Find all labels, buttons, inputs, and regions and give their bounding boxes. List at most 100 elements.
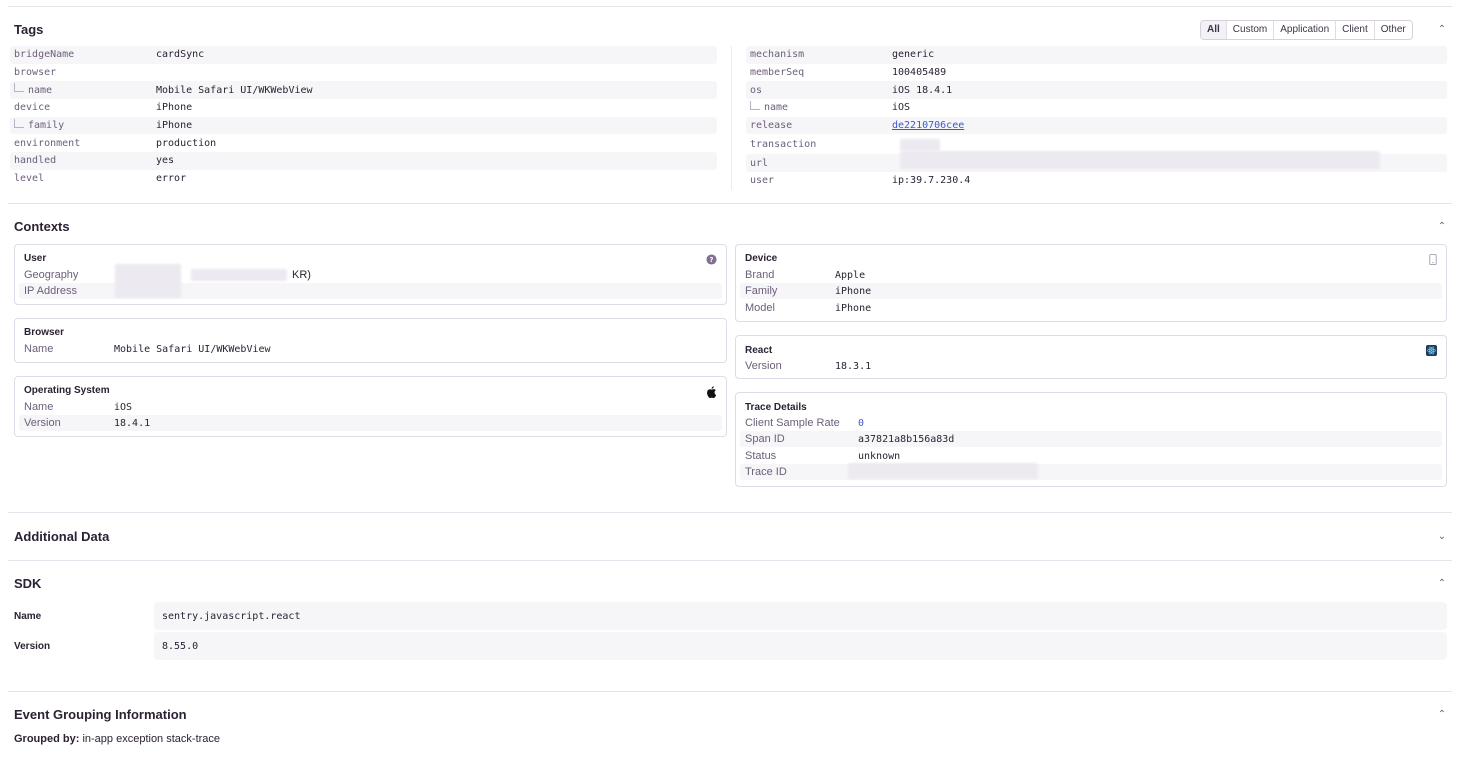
help-icon[interactable]: ?: [706, 254, 717, 265]
tag-row-bridgeName[interactable]: bridgeName cardSync: [10, 46, 717, 64]
release-link[interactable]: de2210706cee: [892, 120, 964, 131]
span-id-value: a37821a8b156a83d: [858, 433, 955, 445]
device-context-card: Device Brand Apple Family iPhone Model i…: [735, 244, 1447, 322]
tag-key-text: level: [14, 173, 45, 185]
trace-id-row: Trace ID: [740, 464, 1442, 480]
os-version-value: 18.4.1: [114, 417, 151, 429]
tag-row-mechanism[interactable]: mechanism generic: [746, 46, 1447, 64]
additional-data-chevron-down-icon[interactable]: ⌄: [1435, 530, 1449, 544]
browser-context-card: Browser Name Mobile Safari UI/WKWebView: [14, 318, 727, 363]
contexts-collapse-chevron-up-icon[interactable]: ⌃: [1435, 220, 1449, 234]
tree-connector: [14, 118, 24, 128]
tag-key: transaction: [746, 139, 892, 150]
tag-filter[interactable]: All Custom Application Client Other: [1200, 20, 1413, 40]
tag-value: error: [156, 173, 187, 185]
tag-filter-client[interactable]: Client: [1335, 21, 1374, 39]
contexts-title: Contexts: [14, 219, 70, 234]
trace-span-id-row: Span ID a37821a8b156a83d: [740, 431, 1442, 447]
device-model-value: iPhone: [835, 302, 872, 314]
tag-key: release: [746, 120, 892, 131]
tag-row-name[interactable]: name iOS: [746, 99, 1447, 117]
tag-key: name: [746, 100, 892, 113]
tag-row-handled[interactable]: handled yes: [10, 152, 717, 170]
tag-key-text: bridgeName: [14, 49, 75, 61]
tag-row-user[interactable]: user ip:39.7.230.4: [746, 172, 1447, 190]
tag-row-environment[interactable]: environment production: [10, 134, 717, 152]
sdk-collapse-chevron-up-icon[interactable]: ⌃: [1435, 577, 1449, 591]
os-version-key: Version: [24, 417, 61, 429]
additional-data-title[interactable]: Additional Data: [14, 529, 109, 544]
os-name-key: Name: [24, 401, 54, 413]
react-version-row: Version 18.3.1: [740, 358, 1442, 374]
sdk-title: SDK: [14, 576, 42, 591]
tag-key: os: [746, 85, 892, 96]
tag-key-text: environment: [14, 137, 81, 149]
trace-card-title: Trace Details: [745, 402, 807, 413]
tag-row-device[interactable]: device iPhone: [10, 99, 717, 117]
contexts-divider: [8, 512, 1452, 513]
tag-filter-all[interactable]: All: [1201, 21, 1226, 39]
tag-filter-other[interactable]: Other: [1373, 21, 1412, 39]
grouped-by-line: Grouped by: in-app exception stack-trace: [14, 733, 220, 745]
device-brand-key: Brand: [745, 269, 775, 281]
tag-key-text: user: [750, 175, 775, 187]
tag-value: iPhone: [156, 120, 193, 132]
device-brand-row: Brand Apple: [740, 267, 1442, 283]
tags-divider: [8, 203, 1452, 204]
browser-name-row: Name Mobile Safari UI/WKWebView: [19, 341, 722, 357]
tag-key-text: handled: [14, 155, 57, 167]
redacted-user-info: [115, 264, 181, 298]
device-family-value: iPhone: [835, 285, 872, 297]
tree-connector: [14, 83, 24, 93]
tag-value: production: [156, 137, 217, 149]
user-context-card: User ? Geography KR) IP Address: [14, 244, 727, 305]
sdk-divider: [8, 691, 1452, 692]
trace-id-key: Trace ID: [745, 466, 787, 478]
apple-logo-icon: [707, 386, 717, 398]
tag-row-level[interactable]: level error: [10, 170, 717, 188]
tag-key: environment: [10, 138, 156, 149]
tag-row-os[interactable]: os iOS 18.4.1: [746, 81, 1447, 100]
tag-key-text: browser: [14, 67, 57, 79]
sdk-version-key: Version: [14, 641, 51, 652]
tag-key: memberSeq: [746, 67, 892, 78]
tags-left-column: bridgeName cardSync browser name Mobile Safa…: [10, 46, 717, 188]
tag-key: name: [10, 83, 156, 96]
tree-connector: [750, 100, 760, 110]
device-family-key: Family: [745, 285, 778, 297]
top-divider: [8, 6, 1452, 7]
tag-key-text: family: [28, 120, 65, 132]
device-model-key: Model: [745, 302, 775, 314]
tags-collapse-chevron-up-icon[interactable]: ⌃: [1435, 23, 1449, 37]
tag-filter-application[interactable]: Application: [1273, 21, 1335, 39]
device-family-row: Family iPhone: [740, 283, 1442, 299]
tag-key-text: transaction: [750, 138, 817, 150]
react-version-value: 18.3.1: [835, 360, 872, 372]
status-key: Status: [745, 450, 777, 462]
tag-row-memberSeq[interactable]: memberSeq 100405489: [746, 64, 1447, 82]
sample-rate-key: Client Sample Rate: [745, 417, 840, 429]
geography-key: Geography: [24, 269, 79, 281]
tag-key-text: release: [750, 120, 793, 132]
device-model-row: Model iPhone: [740, 300, 1442, 316]
redacted-url: [900, 151, 1380, 169]
tags-column-separator: [731, 46, 732, 190]
tag-key-text: url: [750, 157, 769, 169]
sdk-name-key: Name: [14, 611, 42, 622]
tag-row-browser[interactable]: browser: [10, 64, 717, 82]
sdk-name-value: sentry.javascript.react: [154, 602, 1447, 630]
tag-value: 100405489: [892, 67, 947, 79]
tag-filter-custom[interactable]: Custom: [1225, 21, 1273, 39]
tag-row-family[interactable]: family iPhone: [10, 116, 717, 135]
tag-row-release[interactable]: release de2210706cee: [746, 116, 1447, 135]
tag-value: iPhone: [156, 102, 193, 114]
tag-value: Mobile Safari UI/WKWebView: [156, 84, 313, 96]
tag-row-name[interactable]: name Mobile Safari UI/WKWebView: [10, 81, 717, 100]
additional-divider: [8, 560, 1452, 561]
browser-card-title: Browser: [24, 327, 65, 338]
tag-key: browser: [10, 67, 156, 78]
redacted-trace-id: [848, 463, 1038, 479]
grouping-collapse-chevron-up-icon[interactable]: ⌃: [1435, 708, 1449, 722]
redacted-transaction: [900, 139, 940, 151]
tag-value: yes: [156, 155, 175, 167]
